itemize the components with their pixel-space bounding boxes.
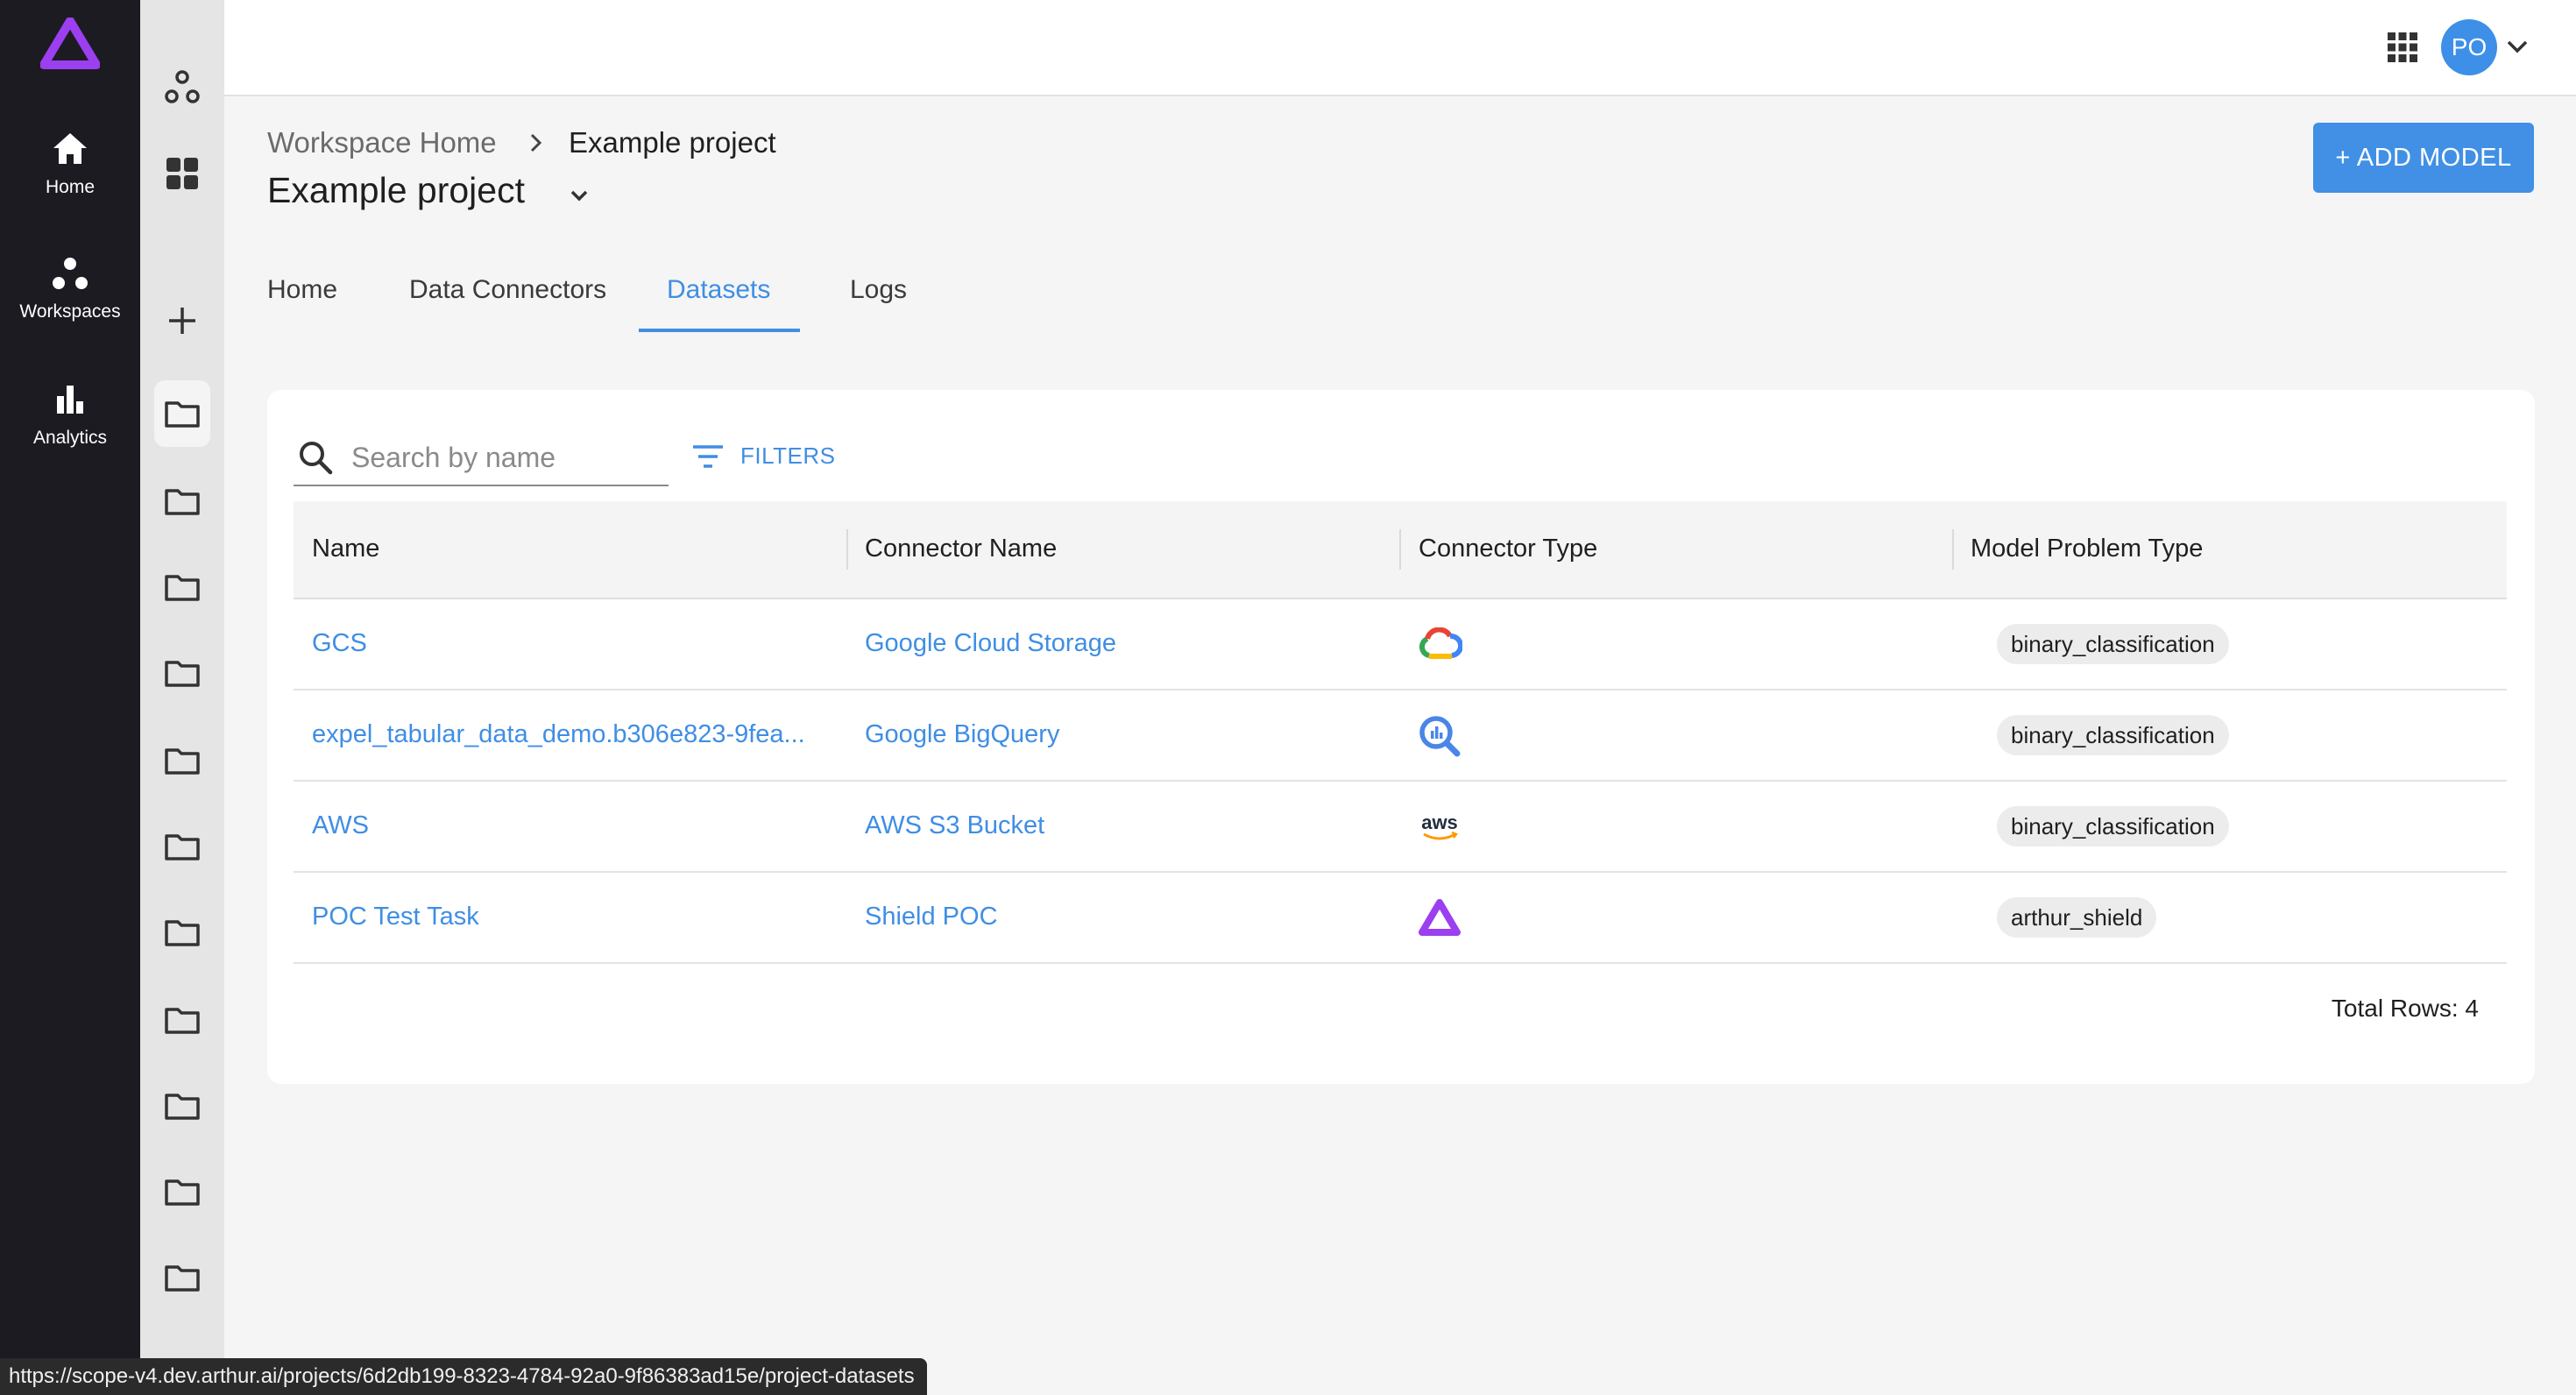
- rail-item-workspaces[interactable]: Workspaces: [0, 256, 140, 322]
- active-tab-indicator: [639, 329, 800, 332]
- hierarchy-icon: [165, 70, 200, 103]
- column-divider: [846, 529, 848, 570]
- svg-text:aws: aws: [1421, 811, 1458, 833]
- folder-button[interactable]: [154, 640, 210, 706]
- connector-type-cell: aws: [1417, 806, 1462, 848]
- add-model-button[interactable]: + ADD MODEL: [2313, 123, 2534, 193]
- folder-icon: [165, 489, 200, 515]
- analytics-icon: [57, 386, 83, 414]
- top-bar: PO: [224, 0, 2576, 96]
- avatar[interactable]: PO: [2441, 19, 2497, 75]
- plus-icon: [169, 308, 195, 334]
- rail-item-home[interactable]: Home: [0, 131, 140, 198]
- folder-icon: [165, 661, 200, 687]
- dataset-name-link[interactable]: POC Test Task: [312, 903, 838, 931]
- dataset-name-link[interactable]: GCS: [312, 629, 838, 658]
- project-tree-button[interactable]: [154, 54, 210, 121]
- apps-grid-icon[interactable]: [2387, 32, 2418, 63]
- rail-item-label: Analytics: [32, 428, 108, 448]
- aws-icon: aws: [1421, 811, 1458, 840]
- folder-icon: [165, 1008, 200, 1034]
- column-divider: [1952, 529, 1954, 570]
- dashboard-button[interactable]: [154, 140, 210, 207]
- table-row[interactable]: GCS Google Cloud Storage binary_classifi…: [294, 599, 2507, 690]
- column-header-name[interactable]: Name: [312, 535, 379, 563]
- status-bar-url: https://scope-v4.dev.arthur.ai/projects/…: [0, 1358, 927, 1395]
- table-row[interactable]: AWS AWS S3 Bucket aws binary_classificat…: [294, 782, 2507, 873]
- breadcrumb-workspace-home[interactable]: Workspace Home: [267, 126, 497, 159]
- bigquery-icon: [1419, 716, 1461, 757]
- folder-icon: [165, 920, 200, 946]
- datasets-card: FILTERS Name Connector Name Connector Ty…: [267, 390, 2535, 1084]
- google-cloud-icon: [1419, 627, 1462, 659]
- tab-datasets[interactable]: Datasets: [667, 275, 770, 305]
- folder-icon: [165, 1094, 200, 1120]
- folder-button[interactable]: [154, 468, 210, 535]
- folder-button[interactable]: [154, 554, 210, 620]
- problem-type-chip: arthur_shield: [1997, 897, 2157, 938]
- search-box: [294, 432, 669, 486]
- chevron-right-icon: [530, 133, 542, 152]
- folder-icon: [165, 1179, 200, 1206]
- chevron-down-icon[interactable]: [566, 182, 592, 209]
- connector-type-cell: [1417, 624, 1462, 666]
- folder-icon: [165, 1265, 200, 1292]
- rail-item-label: Workspaces: [19, 301, 121, 322]
- folder-button[interactable]: [154, 899, 210, 966]
- filters-label: FILTERS: [740, 443, 836, 469]
- folder-icon: [165, 401, 200, 428]
- connector-name-link[interactable]: Google Cloud Storage: [865, 629, 1391, 658]
- folder-button[interactable]: [154, 1073, 210, 1139]
- folder-button[interactable]: [154, 987, 210, 1053]
- dataset-name-link[interactable]: expel_tabular_data_demo.b306e823-9fea...: [312, 720, 838, 749]
- folder-button[interactable]: [154, 380, 210, 447]
- table-row[interactable]: expel_tabular_data_demo.b306e823-9fea...…: [294, 690, 2507, 782]
- search-input[interactable]: [350, 437, 660, 478]
- folder-icon: [165, 575, 200, 601]
- connector-name-link[interactable]: Google BigQuery: [865, 720, 1391, 749]
- rail-item-label: Home: [45, 177, 96, 197]
- folder-button[interactable]: [154, 813, 210, 880]
- table-row[interactable]: POC Test Task Shield POC arthur_shield: [294, 873, 2507, 964]
- tab-home[interactable]: Home: [267, 275, 337, 305]
- breadcrumb-current: Example project: [569, 126, 776, 159]
- dashboard-icon: [166, 158, 198, 189]
- arthur-shield-icon: [1419, 899, 1461, 936]
- total-rows: Total Rows: 4: [2331, 995, 2479, 1022]
- chevron-down-icon[interactable]: [2504, 33, 2530, 60]
- filter-icon: [693, 444, 723, 468]
- folder-icon: [165, 748, 200, 775]
- primary-nav-rail: Home Workspaces Analytics: [0, 0, 140, 1395]
- page-title: Example project: [267, 170, 525, 210]
- problem-type-chip: binary_classification: [1997, 715, 2229, 755]
- tab-logs[interactable]: Logs: [850, 275, 907, 305]
- folder-icon: [165, 834, 200, 860]
- project-nav-rail: [140, 0, 224, 1395]
- column-divider: [1399, 529, 1401, 570]
- arthur-logo-icon[interactable]: [40, 18, 100, 70]
- column-header-connector-type[interactable]: Connector Type: [1419, 535, 1597, 563]
- tab-data-connectors[interactable]: Data Connectors: [409, 275, 606, 305]
- connector-type-cell: [1417, 715, 1462, 757]
- connector-name-link[interactable]: AWS S3 Bucket: [865, 811, 1391, 840]
- column-header-connector-name[interactable]: Connector Name: [865, 535, 1057, 563]
- connector-name-link[interactable]: Shield POC: [865, 903, 1391, 931]
- search-icon: [300, 442, 333, 475]
- folder-button[interactable]: [154, 1244, 210, 1311]
- dataset-name-link[interactable]: AWS: [312, 811, 838, 840]
- table-header: Name Connector Name Connector Type Model…: [294, 501, 2507, 599]
- home-icon: [53, 133, 87, 164]
- add-folder-button[interactable]: [154, 287, 210, 354]
- workspaces-icon: [53, 258, 88, 289]
- folder-button[interactable]: [154, 727, 210, 794]
- column-header-model-problem-type[interactable]: Model Problem Type: [1971, 535, 2203, 563]
- connector-type-cell: [1417, 897, 1462, 939]
- filters-button[interactable]: FILTERS: [691, 443, 835, 470]
- problem-type-chip: binary_classification: [1997, 624, 2229, 664]
- folder-button[interactable]: [154, 1158, 210, 1225]
- rail-item-analytics[interactable]: Analytics: [0, 382, 140, 449]
- problem-type-chip: binary_classification: [1997, 806, 2229, 846]
